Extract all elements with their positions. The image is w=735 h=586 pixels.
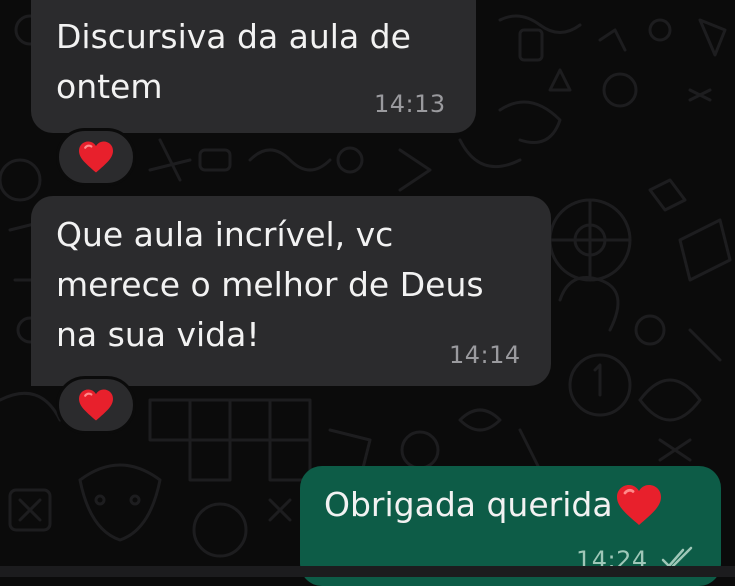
heart-emoji bbox=[616, 485, 661, 525]
message-timestamp: 14:14 bbox=[449, 341, 521, 369]
reaction-badge[interactable] bbox=[56, 376, 136, 434]
message-text: Que aula incrível, vc merece o melhor de… bbox=[56, 215, 484, 354]
message-bubble-incoming[interactable]: Discursiva da aula de ontem 14:13 bbox=[31, 0, 476, 133]
heart-emoji bbox=[79, 141, 113, 173]
reaction-badge[interactable] bbox=[56, 128, 136, 186]
message-text: Obrigada querida bbox=[324, 485, 613, 524]
heart-emoji bbox=[79, 389, 113, 421]
message-timestamp: 14:13 bbox=[374, 90, 446, 118]
composer-bar bbox=[0, 566, 735, 577]
message-bubble-incoming[interactable]: Que aula incrível, vc merece o melhor de… bbox=[31, 196, 551, 386]
